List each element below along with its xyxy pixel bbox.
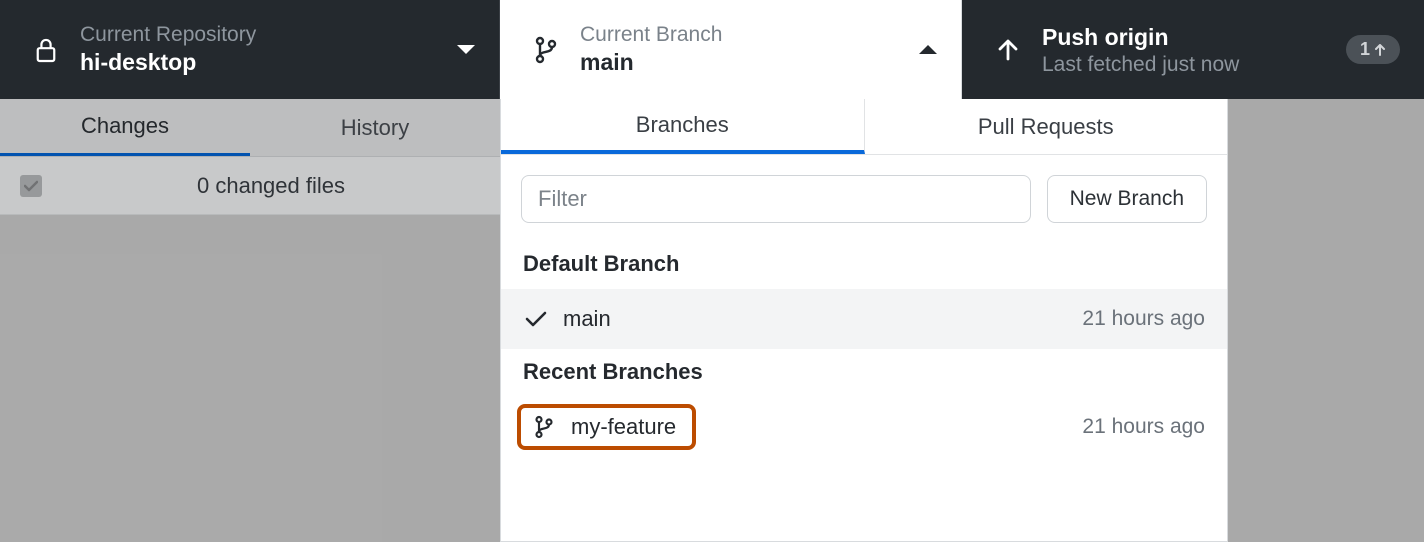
repo-label: Current Repository [80, 23, 457, 47]
branch-label: Current Branch [580, 23, 919, 47]
default-branch-header: Default Branch [501, 241, 1227, 289]
changed-files-count: 0 changed files [62, 173, 480, 199]
branch-selector[interactable]: Current Branch main [500, 0, 962, 99]
check-icon [523, 310, 549, 328]
repo-name: hi-desktop [80, 49, 457, 76]
repository-selector[interactable]: Current Repository hi-desktop [0, 0, 500, 99]
highlight-box: my-feature [517, 404, 696, 450]
push-label: Push origin [1042, 24, 1346, 51]
left-tabs: Changes History [0, 99, 500, 157]
lock-icon [30, 37, 62, 63]
select-all-checkbox[interactable] [20, 175, 42, 197]
branch-name: main [580, 49, 919, 76]
tab-changes[interactable]: Changes [0, 99, 250, 156]
tab-history[interactable]: History [250, 99, 500, 156]
chevron-up-icon [919, 45, 937, 54]
branch-filter-input[interactable] [521, 175, 1031, 223]
changed-files-row: 0 changed files [0, 157, 500, 215]
branch-time-label: 21 hours ago [1082, 307, 1205, 331]
push-origin-button[interactable]: Push origin Last fetched just now 1 [962, 0, 1424, 99]
branch-time-label: 21 hours ago [1082, 415, 1205, 439]
branch-name-label: main [563, 306, 1082, 332]
push-count-badge: 1 [1346, 35, 1400, 64]
recent-branches-header: Recent Branches [501, 349, 1227, 397]
git-branch-icon [530, 36, 562, 64]
chevron-down-icon [457, 45, 475, 54]
push-sub: Last fetched just now [1042, 53, 1346, 77]
new-branch-button[interactable]: New Branch [1047, 175, 1207, 223]
tab-pull-requests[interactable]: Pull Requests [865, 99, 1228, 154]
branch-item-main[interactable]: main 21 hours ago [501, 289, 1227, 349]
tab-branches[interactable]: Branches [501, 99, 865, 154]
branch-item-my-feature[interactable]: my-feature 21 hours ago [501, 397, 1227, 457]
branch-name-label: my-feature [571, 414, 676, 440]
push-arrow-up-icon [992, 37, 1024, 63]
git-branch-icon [531, 415, 557, 439]
branch-dropdown: Branches Pull Requests New Branch Defaul… [500, 99, 1228, 542]
